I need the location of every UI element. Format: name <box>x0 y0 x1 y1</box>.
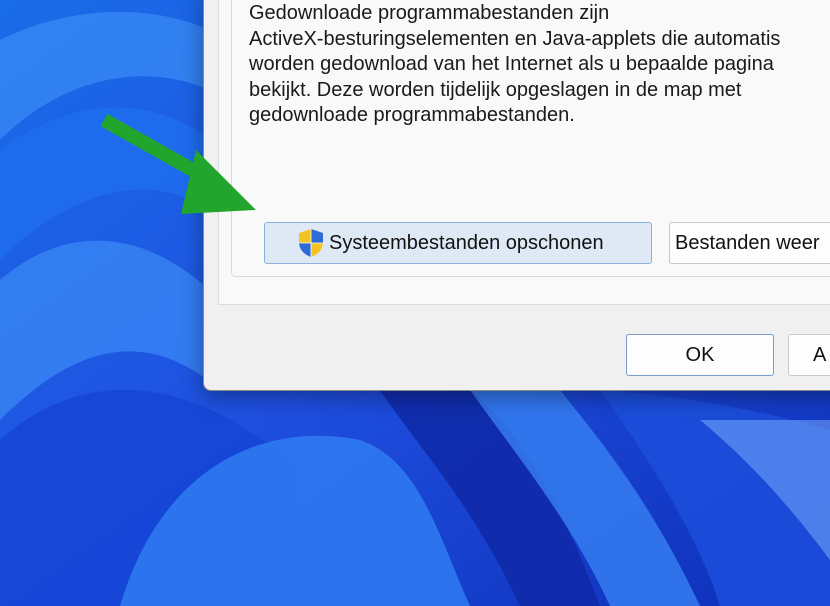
uac-shield-icon <box>299 229 323 257</box>
view-files-label: Bestanden weer <box>675 231 820 254</box>
description-line: bekijkt. Deze worden tijdelijk opgeslage… <box>249 78 742 101</box>
disk-cleanup-dialog: Gedownloade programmabestanden zijn Acti… <box>203 0 830 391</box>
clean-system-files-button[interactable]: Systeembestanden opschonen <box>264 222 652 264</box>
ok-button[interactable]: OK <box>626 334 774 376</box>
description-line: ActiveX-besturingselementen en Java-appl… <box>249 27 781 50</box>
ok-label: OK <box>685 343 715 366</box>
description-line: worden gedownload van het Internet als u… <box>249 53 774 75</box>
cancel-label: A <box>813 343 827 366</box>
description-text: Gedownloade programmabestanden zijn Acti… <box>249 1 830 129</box>
cancel-button[interactable]: A <box>788 334 830 376</box>
description-line: Gedownloade programmabestanden zijn <box>249 2 610 24</box>
green-arrow-icon <box>100 113 256 214</box>
description-line: gedownloade programmabestanden. <box>249 104 575 126</box>
clean-system-files-label: Systeembestanden opschonen <box>329 231 604 254</box>
view-files-button[interactable]: Bestanden weer <box>669 222 830 264</box>
